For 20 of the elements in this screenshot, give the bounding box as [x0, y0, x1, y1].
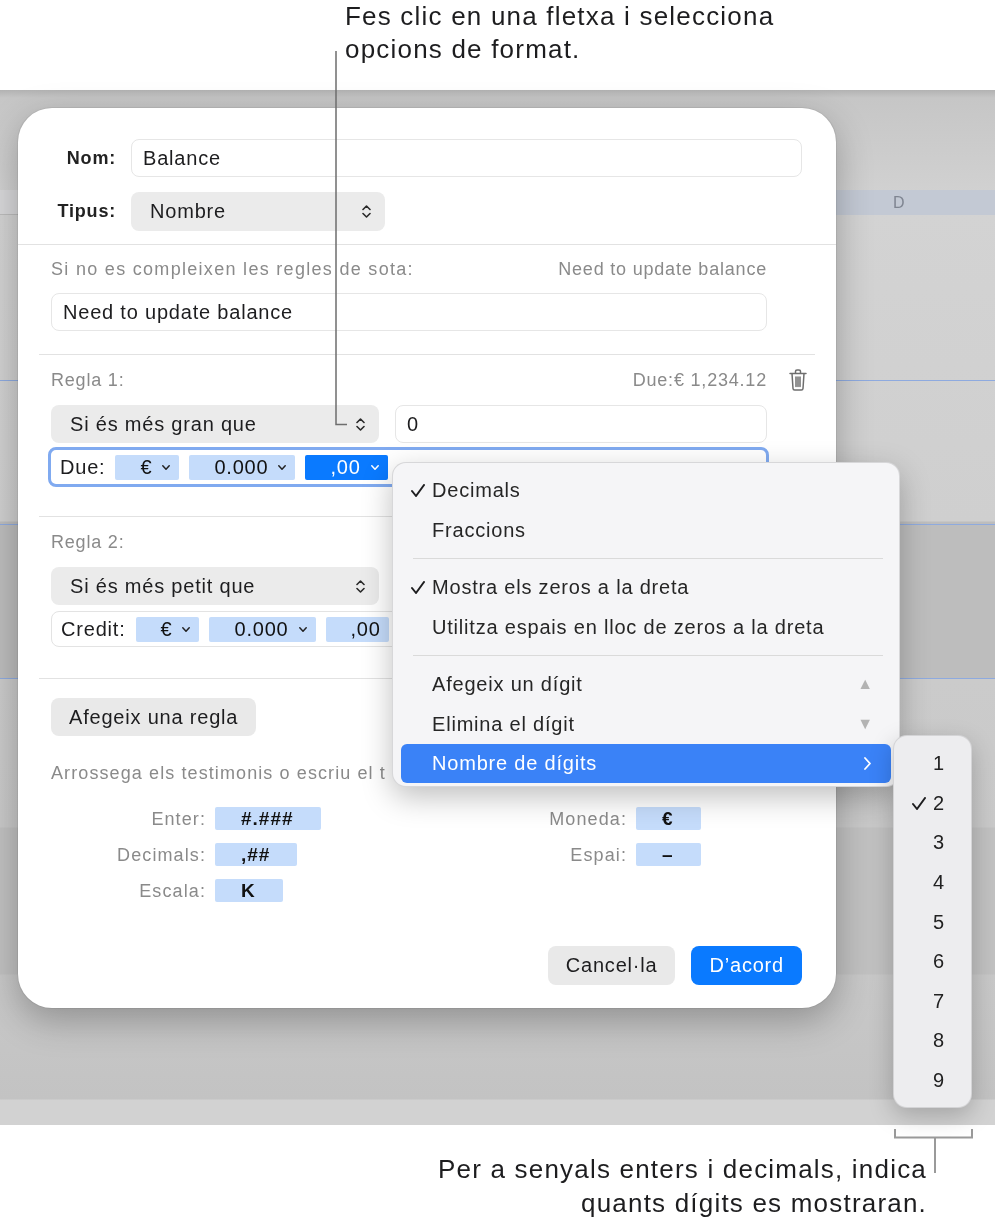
shortcut-label: ▲ [857, 675, 873, 693]
shortcut-label: ▼ [857, 715, 873, 733]
rule-preview: Due:€ 1,234.12 [632, 369, 767, 391]
field-label: Nom: [65, 147, 116, 169]
callout-text: Fes clic en una fletxa i selecciona opcions de format. [345, 0, 776, 66]
hint-text: Arrossega els testimonis o escriu el t [51, 762, 386, 784]
field-label: Tipus: [56, 201, 116, 222]
fallback-label: Si no es compleixen les regles de sota: [51, 258, 414, 280]
token-label: Moneda: [548, 807, 627, 830]
fallback-preview: Need to update balance [558, 258, 767, 280]
format-label: Due: [60, 455, 106, 479]
rule-title: Regla 2: [51, 531, 125, 553]
token-label: Escala: [138, 879, 206, 902]
column-header: D [836, 190, 995, 215]
rule-title: Regla 1: [51, 369, 125, 391]
token-label: Enter: [150, 807, 206, 830]
token-label: Espai: [569, 843, 627, 866]
format-label: Credit: [61, 617, 126, 641]
callout-text: Per a senyals enters i decimals, indica quants dígits es mostraran. [437, 1153, 927, 1220]
token-label: Decimals: [116, 843, 206, 866]
